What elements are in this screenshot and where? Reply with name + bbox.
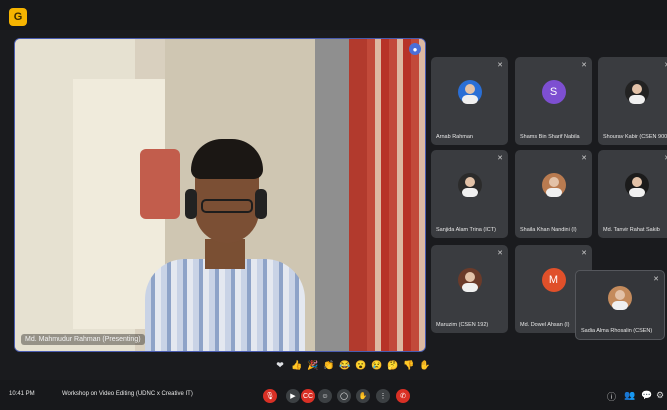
- main-speaker-video[interactable]: Md. Mahmudur Rahman (Presenting) ●: [14, 38, 426, 352]
- participant-avatar: [624, 173, 649, 198]
- app-badge[interactable]: G: [9, 8, 27, 26]
- participant-avatar: [608, 286, 632, 311]
- participant-avatar: [624, 80, 649, 105]
- hand-button[interactable]: ✋: [356, 389, 370, 403]
- headset-right: [255, 189, 267, 219]
- more-button[interactable]: ⋮: [376, 389, 390, 403]
- muted-icon: ✕: [581, 62, 587, 69]
- muted-icon: ✕: [497, 155, 503, 162]
- participant-name: Md. Tanvir Rahat Sakib: [603, 227, 660, 233]
- muted-icon: ✕: [497, 250, 503, 257]
- participant-name: Shaila Khan Nandini (I): [520, 227, 577, 233]
- muted-icon: ✕: [581, 250, 587, 257]
- participant-tile[interactable]: ✕ Arnab Rahman: [431, 57, 508, 145]
- reaction-emoji[interactable]: ❤: [275, 359, 285, 371]
- top-bar: G: [0, 0, 667, 30]
- participant-avatar: S: [541, 80, 566, 105]
- mic-button[interactable]: 🎙: [263, 389, 277, 403]
- participant-avatar: [457, 173, 482, 198]
- reaction-emoji[interactable]: 😮: [355, 359, 366, 371]
- end-call-button[interactable]: ✆: [396, 389, 410, 403]
- reaction-emoji[interactable]: 😢: [371, 359, 382, 371]
- chat-icon[interactable]: 💬: [641, 390, 652, 401]
- participant-name: Sadia Alma Rhosalin (CSEN): [581, 328, 653, 334]
- reaction-emoji[interactable]: 😂: [339, 359, 350, 371]
- participant-tile[interactable]: ✕ Maruzim (CSEN 192): [431, 245, 508, 333]
- activities-icon[interactable]: ⚙: [656, 390, 664, 401]
- curtain-pattern: [367, 39, 425, 351]
- participant-name: Shams Bin Sharif Nabila: [520, 134, 580, 140]
- reaction-emoji[interactable]: 🎉: [307, 359, 318, 371]
- speaker-shirt: [145, 259, 305, 351]
- participant-tile[interactable]: ✕Md. Tanvir Rahat Sakib: [598, 150, 667, 238]
- reaction-emoji[interactable]: 👏: [323, 359, 334, 371]
- muted-icon: ✕: [581, 155, 587, 162]
- camera-button[interactable]: ▶: [286, 389, 300, 403]
- speaker-neck: [205, 239, 245, 269]
- meeting-time: 10:41 PM: [9, 391, 35, 397]
- participant-avatar: [541, 173, 566, 198]
- participant-name: Arnab Rahman: [436, 134, 473, 140]
- bottom-bar: 10:41 PM Workshop on Video Editing (UDNC…: [0, 380, 667, 410]
- reactions-bar: ❤ 👍 🎉 👏 😂 😮 😢 🤔 👎 ✋: [275, 358, 430, 372]
- people-icon[interactable]: 👥: [624, 390, 635, 401]
- participant-avatar: [457, 268, 482, 293]
- participant-name: Shourav Kabir (CSEN 9001): [603, 134, 667, 140]
- participant-tile[interactable]: ✕ S Shams Bin Sharif Nabila: [515, 57, 592, 145]
- present-button[interactable]: ◯: [337, 389, 351, 403]
- emoji-button[interactable]: ☺: [318, 389, 332, 403]
- muted-icon: ✕: [653, 276, 659, 283]
- participant-tile[interactable]: ✕ Shaila Khan Nandini (I): [515, 150, 592, 238]
- speaker-name-label: Md. Mahmudur Rahman (Presenting): [21, 334, 145, 345]
- meeting-title: Workshop on Video Editing (UDNC x Creati…: [62, 391, 193, 397]
- speaker-glasses: [201, 199, 253, 213]
- participant-tile[interactable]: ✕Shourav Kabir (CSEN 9001): [598, 57, 667, 145]
- headset-left: [185, 189, 197, 219]
- reaction-emoji[interactable]: 👎: [403, 359, 414, 371]
- pin-icon[interactable]: ●: [409, 43, 421, 55]
- captions-button[interactable]: CC: [301, 389, 315, 403]
- info-icon[interactable]: ⓘ: [607, 390, 616, 403]
- reaction-emoji[interactable]: 👍: [291, 359, 302, 371]
- participant-tile[interactable]: ✕ Sanjida Alam Trina (ICT): [431, 150, 508, 238]
- participant-name: Maruzim (CSEN 192): [436, 322, 489, 328]
- reaction-emoji[interactable]: 🤔: [387, 359, 398, 371]
- self-view-tile[interactable]: ✕ Sadia Alma Rhosalin (CSEN): [575, 270, 665, 340]
- background-object: [140, 149, 180, 219]
- muted-icon: ✕: [497, 62, 503, 69]
- participant-avatar: [457, 80, 482, 105]
- participant-name: Sanjida Alam Trina (ICT): [436, 227, 496, 233]
- participant-avatar: M: [541, 268, 566, 293]
- curtain-grey: [315, 39, 349, 351]
- reaction-emoji[interactable]: ✋: [419, 359, 430, 371]
